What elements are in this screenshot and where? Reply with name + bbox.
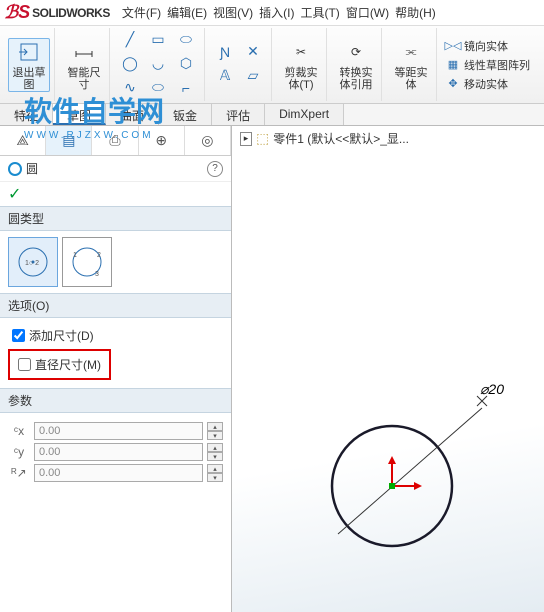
three-point-circle-button[interactable]: 1 2 3 — [62, 237, 112, 287]
spin-down-icon[interactable]: ▾ — [207, 431, 223, 440]
point-icon[interactable]: ✕ — [241, 42, 265, 62]
pattern-icon: ▦ — [445, 57, 461, 73]
menu-insert[interactable]: 插入(I) — [259, 4, 294, 21]
menu-view[interactable]: 视图(V) — [213, 4, 253, 21]
param-y-icon: ᶜy — [8, 443, 30, 461]
section-circle-type: 圆类型 — [0, 206, 231, 231]
line-tool-icon[interactable]: ╱ — [118, 30, 142, 50]
rect-tool-icon[interactable]: ▭ — [146, 30, 170, 50]
graphics-area[interactable]: ▸ ⬚ 零件1 (默认<<默认>_显... ⌀20 — [232, 126, 544, 612]
sw-logo-icon: ℬS — [4, 2, 30, 23]
text-tool-icon[interactable]: 𝔸 — [213, 66, 237, 86]
svg-text:3: 3 — [95, 271, 99, 278]
spin-up-icon[interactable]: ▴ — [207, 443, 223, 452]
tab-sheetmetal[interactable]: 钣金 — [159, 104, 212, 125]
center-radius-circle-button[interactable]: 1○ 2 — [8, 237, 58, 287]
param-x-input[interactable] — [34, 422, 203, 440]
param-r-input[interactable] — [34, 464, 203, 482]
menu-bar: 文件(F) 编辑(E) 视图(V) 插入(I) 工具(T) 窗口(W) 帮助(H… — [122, 4, 436, 21]
tab-dimxpert[interactable]: DimXpert — [265, 104, 344, 125]
spin-down-icon[interactable]: ▾ — [207, 452, 223, 461]
watermark: 软件自学网 WWW.RJZXW.COM — [24, 90, 164, 141]
appearance-tab-icon[interactable]: ◎ — [185, 126, 231, 155]
menu-help[interactable]: 帮助(H) — [395, 4, 436, 21]
fillet-tool-icon[interactable]: ⌐ — [174, 78, 198, 98]
menu-window[interactable]: 窗口(W) — [346, 4, 389, 21]
spin-up-icon[interactable]: ▴ — [207, 422, 223, 431]
linear-pattern-button[interactable]: ▦线性草图阵列 — [445, 57, 530, 73]
part-icon: ⬚ — [256, 130, 269, 147]
move-icon: ✥ — [445, 76, 461, 92]
mirror-button[interactable]: ▷◁镜向实体 — [445, 38, 530, 54]
flyout-tree[interactable]: ▸ ⬚ 零件1 (默认<<默认>_显... — [240, 130, 409, 147]
ok-check-icon[interactable]: ✓ — [0, 182, 231, 206]
plane-tool-icon[interactable]: ▱ — [241, 66, 265, 86]
dimension-icon — [71, 39, 97, 65]
diameter-dimension-highlight: 直径尺寸(M) — [8, 349, 111, 380]
tab-evaluate[interactable]: 评估 — [212, 104, 265, 125]
slot-tool-icon[interactable]: ⬭ — [174, 30, 198, 50]
svg-text:1: 1 — [73, 252, 77, 259]
spin-down-icon[interactable]: ▾ — [207, 473, 223, 482]
add-dimension-checkbox[interactable]: 添加尺寸(D) — [12, 327, 219, 344]
section-options: 选项(O) — [0, 293, 231, 318]
menu-file[interactable]: 文件(F) — [122, 4, 161, 21]
trim-icon: ✂ — [288, 39, 314, 65]
polygon-tool-icon[interactable]: ⬡ — [174, 54, 198, 74]
offset-button[interactable]: ⫘ 等距实体 — [390, 39, 432, 91]
part-name: 零件1 (默认<<默认>_显... — [273, 130, 409, 147]
app-name: SOLIDWORKS — [32, 6, 110, 20]
circle-tool-icon[interactable]: ◯ — [118, 54, 142, 74]
ribbon-right-group: ▷◁镜向实体 ▦线性草图阵列 ✥移动实体 — [441, 28, 534, 101]
mirror-icon: ▷◁ — [445, 38, 461, 54]
offset-icon: ⫘ — [398, 39, 424, 65]
diameter-label: ⌀20 — [480, 381, 504, 397]
convert-button[interactable]: ⟳ 转换实体引用 — [335, 39, 377, 91]
sketch-drawing: ⌀20 — [252, 326, 542, 586]
exit-sketch-button[interactable]: 退出草图 — [8, 38, 50, 92]
section-params: 参数 — [0, 388, 231, 413]
trim-button[interactable]: ✂ 剪裁实体(T) — [280, 39, 322, 91]
param-radius-icon: ᴿ↗ — [8, 464, 30, 482]
collapse-icon[interactable]: ▸ — [240, 132, 252, 146]
param-y-input[interactable] — [34, 443, 203, 461]
svg-text:1○ 2: 1○ 2 — [25, 260, 39, 267]
arc-tool-icon[interactable]: ◡ — [146, 54, 170, 74]
circle-feature-icon — [8, 162, 22, 176]
convert-icon: ⟳ — [343, 39, 369, 65]
smart-dimension-button[interactable]: 智能尺寸 — [63, 39, 105, 91]
help-icon[interactable]: ? — [207, 161, 223, 177]
svg-text:2: 2 — [97, 252, 101, 259]
pm-title: 圆 — [26, 160, 38, 177]
move-button[interactable]: ✥移动实体 — [445, 76, 530, 92]
property-manager: ⟁ ▤ ⎙ ⊕ ◎ 圆 ? ✓ 圆类型 1○ 2 123 选项(O) 添加尺寸(… — [0, 126, 232, 612]
param-x-icon: ᶜx — [8, 422, 30, 440]
exit-sketch-icon — [16, 39, 42, 65]
sketch-tools-grid: ╱ ▭ ⬭ ◯ ◡ ⬡ ∿ ⬭ ⌐ — [118, 30, 200, 100]
diameter-dimension-checkbox[interactable]: 直径尺寸(M) — [18, 356, 101, 373]
menu-tools[interactable]: 工具(T) — [300, 4, 339, 21]
spline2-icon[interactable]: Ɲ — [213, 42, 237, 62]
title-bar: ℬS SOLIDWORKS 文件(F) 编辑(E) 视图(V) 插入(I) 工具… — [0, 0, 544, 26]
spin-up-icon[interactable]: ▴ — [207, 464, 223, 473]
menu-edit[interactable]: 编辑(E) — [167, 4, 207, 21]
